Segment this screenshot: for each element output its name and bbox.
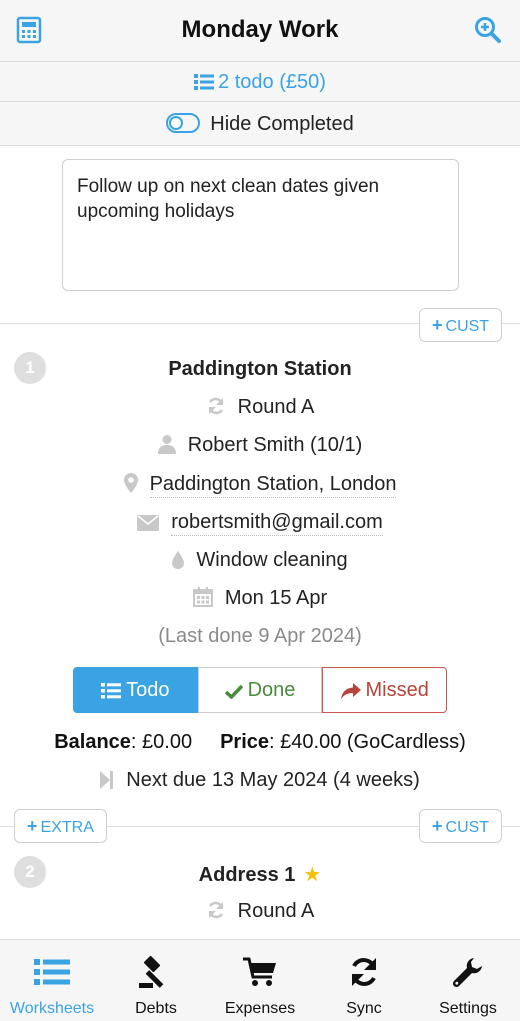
hide-completed-row[interactable]: Hide Completed [0,102,520,146]
status-todo-button[interactable]: Todo [73,667,198,713]
step-forward-icon [100,771,114,795]
add-extra-button[interactable]: + EXTRA [14,809,107,843]
job-round: Round A [237,900,315,922]
job-name[interactable]: Paddington Station [0,358,520,381]
envelope-icon [137,514,160,537]
job-address-link[interactable]: Paddington Station, London [149,473,397,498]
job-next-due: Next due 13 May 2024 (4 weeks) [126,769,420,791]
calendar-icon [192,587,213,613]
job-service-row: Window cleaning [0,549,520,575]
map-marker-icon [123,473,138,499]
share-arrow-icon [340,683,361,699]
page-title: Monday Work [181,16,339,43]
list-icon [101,683,122,699]
job-last-done: (Last done 9 Apr 2024) [158,625,362,647]
hide-completed-label: Hide Completed [210,113,354,135]
star-icon: ★ [303,864,322,886]
tab-worksheets[interactable]: Worksheets [0,940,104,1021]
job-date[interactable]: Mon 15 Apr [225,587,327,609]
list-icon [194,74,215,90]
hide-completed-toggle[interactable] [166,113,201,133]
sync-icon [352,958,376,986]
job-service: Window cleaning [196,549,348,571]
bottom-tab-bar: Worksheets Debts Expenses Sync Settings [0,939,520,1021]
refresh-icon [206,396,226,422]
price-value: : £40.00 (GoCardless) [269,731,466,753]
tab-debts[interactable]: Debts [104,940,208,1021]
job-email-link[interactable]: robertsmith@gmail.com [171,511,383,536]
cart-icon [243,957,276,986]
job-date-row: Mon 15 Apr [0,587,520,613]
status-done-button[interactable]: Done [197,667,323,713]
todo-summary[interactable]: 2 todo (£50) [0,62,520,102]
wrench-icon [452,958,482,988]
job-customer[interactable]: Robert Smith (10/1) [188,434,363,456]
job-email-row: robertsmith@gmail.com [0,511,520,537]
zoom-in-icon[interactable] [474,16,504,46]
add-customer-button[interactable]: + CUST [419,809,503,843]
gavel-icon [139,955,164,988]
app-header: Monday Work [0,0,520,62]
job-status-group: Todo Done Missed [73,667,448,713]
tab-settings[interactable]: Settings [416,940,520,1021]
notes-textarea[interactable]: Follow up on next clean dates given upco… [62,159,459,291]
job-name-row: Address 1 ★ [0,862,520,887]
job-next-due-row: Next due 13 May 2024 (4 weeks) [0,769,520,795]
check-icon [224,684,243,700]
job-round-row: Round A [0,396,520,422]
job-round-row: Round A [0,900,520,926]
list-icon [34,959,70,985]
job-name[interactable]: Address 1 [199,864,296,886]
balance-value: : £0.00 [130,731,193,753]
add-customer-button[interactable]: + CUST [419,308,503,342]
tab-sync[interactable]: Sync [312,940,416,1021]
user-icon [157,434,176,460]
balance-label: Balance [54,731,131,753]
price-label: Price [220,731,270,753]
job-balance-price: Balance: £0.00 Price: £40.00 (GoCardless) [0,731,520,754]
job-round: Round A [237,396,315,418]
todo-summary-text: 2 todo (£50) [218,71,326,93]
job-customer-row: Robert Smith (10/1) [0,434,520,460]
status-missed-button[interactable]: Missed [322,667,448,713]
refresh-icon [206,900,226,926]
job-address-row: Paddington Station, London [0,473,520,499]
water-drop-icon [172,551,185,575]
tab-expenses[interactable]: Expenses [208,940,312,1021]
